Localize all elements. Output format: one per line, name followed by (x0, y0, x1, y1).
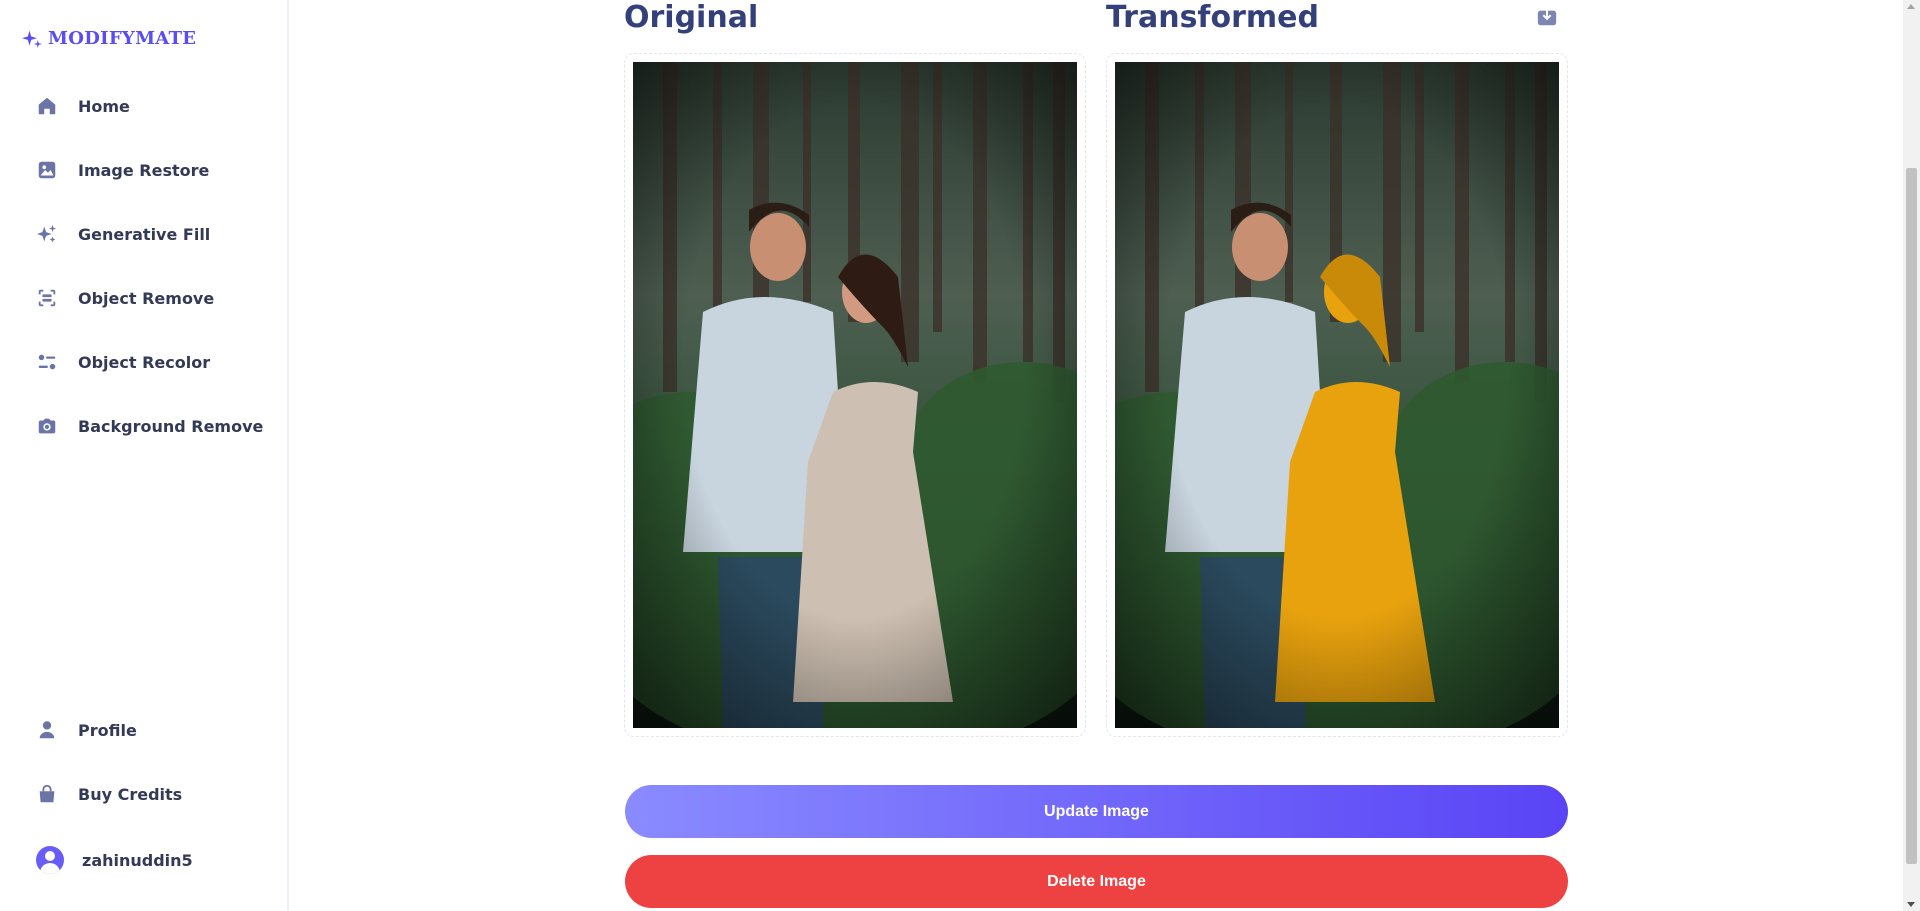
filter-icon (36, 351, 58, 373)
avatar-icon[interactable] (36, 846, 64, 874)
delete-image-button[interactable]: Delete Image (625, 855, 1568, 908)
user-icon (36, 719, 58, 741)
original-image (633, 62, 1077, 728)
image-icon (36, 159, 58, 181)
sparkles-logo-icon (22, 30, 42, 48)
sidebar-item-generative-fill[interactable]: Generative Fill (36, 216, 276, 252)
sidebar-item-profile[interactable]: Profile (36, 712, 276, 748)
home-icon (36, 95, 58, 117)
sidebar-item-object-remove[interactable]: Object Remove (36, 280, 276, 316)
sidebar: MODIFYMATE Home Image Restore Generative… (0, 0, 289, 911)
original-photo-art (633, 62, 1077, 728)
sidebar-item-object-recolor[interactable]: Object Recolor (36, 344, 276, 380)
sidebar-item-label: Object Recolor (78, 352, 211, 372)
original-image-frame (624, 53, 1086, 737)
sidebar-item-background-remove[interactable]: Background Remove (36, 408, 276, 444)
scroll-up-icon[interactable] (1907, 4, 1915, 9)
vertical-scrollbar[interactable] (1903, 0, 1920, 911)
user-account[interactable]: zahinuddin5 (36, 846, 193, 874)
sidebar-item-home[interactable]: Home (36, 88, 276, 124)
user-name: zahinuddin5 (82, 850, 193, 870)
brand-logo[interactable]: MODIFYMATE (22, 28, 196, 49)
sidebar-item-label: Home (78, 96, 130, 116)
original-title: Original (624, 0, 759, 35)
sidebar-item-label: Buy Credits (78, 784, 183, 804)
transformed-photo-art (1115, 62, 1559, 728)
sidebar-item-label: Profile (78, 720, 137, 740)
download-icon[interactable] (1536, 6, 1558, 28)
scan-icon (36, 287, 58, 309)
shopping-bag-icon (36, 783, 58, 805)
sparkles-icon (36, 223, 58, 245)
sidebar-item-label: Image Restore (78, 160, 210, 180)
scrollbar-thumb[interactable] (1906, 168, 1917, 864)
camera-icon (36, 415, 58, 437)
sidebar-item-label: Generative Fill (78, 224, 211, 244)
scroll-down-icon[interactable] (1907, 902, 1915, 907)
transformed-title: Transformed (1106, 0, 1319, 35)
update-image-button[interactable]: Update Image (625, 785, 1568, 838)
transformed-image-frame (1106, 53, 1568, 737)
brand-name: MODIFYMATE (48, 28, 197, 49)
transformed-image (1115, 62, 1559, 728)
sidebar-item-image-restore[interactable]: Image Restore (36, 152, 276, 188)
sidebar-item-buy-credits[interactable]: Buy Credits (36, 776, 276, 812)
sidebar-item-label: Background Remove (78, 416, 264, 436)
sidebar-item-label: Object Remove (78, 288, 215, 308)
